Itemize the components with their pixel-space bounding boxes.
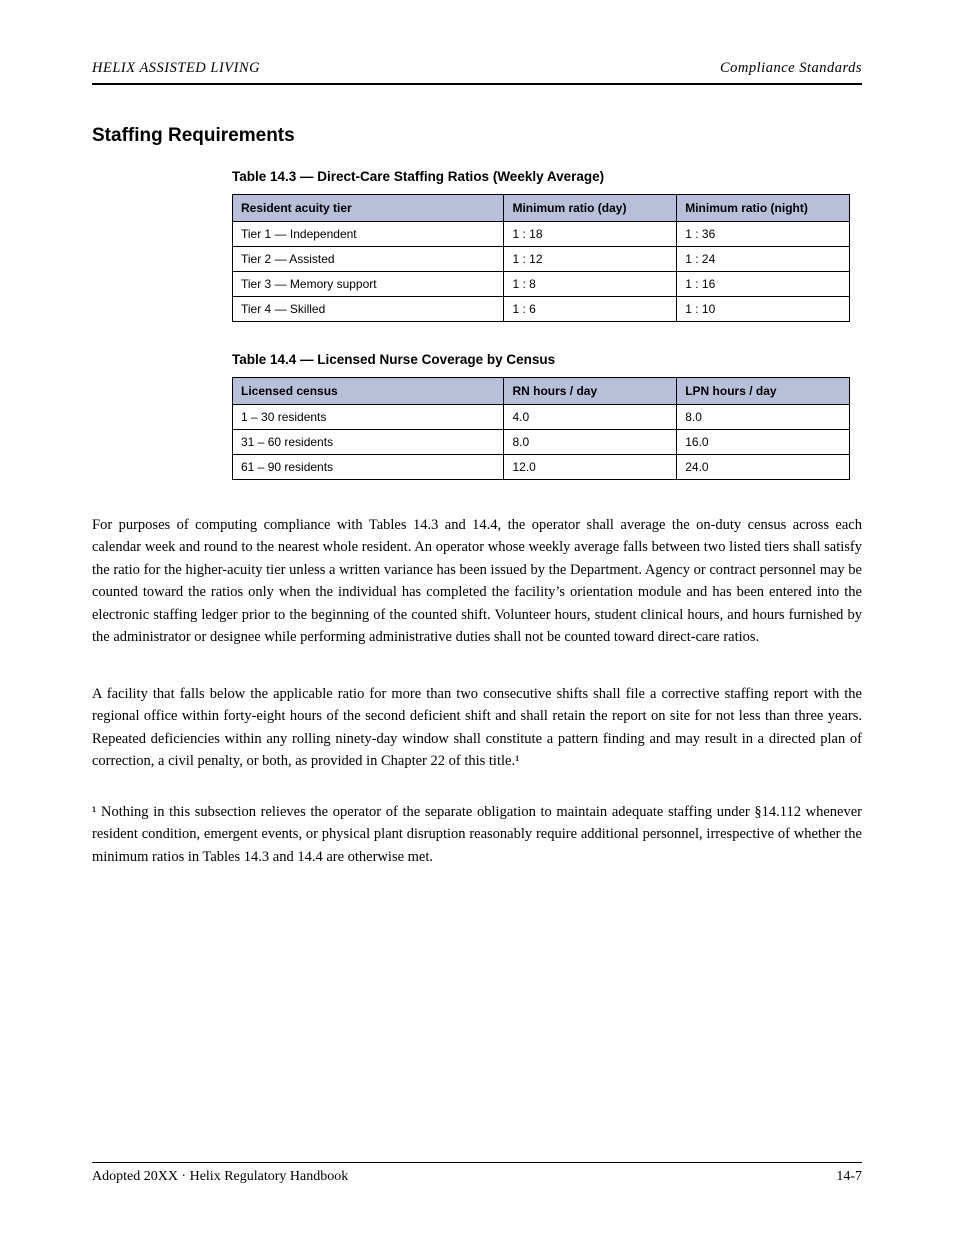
table-row: 61 – 90 residents 12.0 24.0: [233, 455, 850, 480]
table-row: 1 – 30 residents 4.0 8.0: [233, 405, 850, 430]
td: 12.0: [504, 455, 677, 480]
td: 1 : 36: [677, 222, 850, 247]
table-row: Tier 4 — Skilled 1 : 6 1 : 10: [233, 297, 850, 322]
td: 1 : 8: [504, 272, 677, 297]
table-row: Tier 3 — Memory support 1 : 8 1 : 16: [233, 272, 850, 297]
td: 8.0: [504, 430, 677, 455]
th: Licensed census: [233, 378, 504, 405]
td: Tier 4 — Skilled: [233, 297, 504, 322]
td: 8.0: [677, 405, 850, 430]
table-row: 31 – 60 residents 8.0 16.0: [233, 430, 850, 455]
td: Tier 2 — Assisted: [233, 247, 504, 272]
table-nurse-coverage: Licensed census RN hours / day LPN hours…: [232, 377, 850, 480]
td: 1 : 12: [504, 247, 677, 272]
footnote-1: ¹ Nothing in this subsection relieves th…: [92, 801, 862, 868]
page-header: HELIX ASSISTED LIVING Compliance Standar…: [92, 60, 862, 85]
table2-caption: Table 14.4 — Licensed Nurse Coverage by …: [232, 352, 850, 367]
td: 1 : 10: [677, 297, 850, 322]
td: Tier 1 — Independent: [233, 222, 504, 247]
td: 31 – 60 residents: [233, 430, 504, 455]
td: Tier 3 — Memory support: [233, 272, 504, 297]
td: 4.0: [504, 405, 677, 430]
section-title: Staffing Requirements: [92, 125, 862, 147]
td: 1 : 16: [677, 272, 850, 297]
header-right: Compliance Standards: [720, 60, 862, 77]
header-left: HELIX ASSISTED LIVING: [92, 60, 260, 77]
td: 24.0: [677, 455, 850, 480]
table-header-row: Resident acuity tier Minimum ratio (day)…: [233, 195, 850, 222]
th: Minimum ratio (night): [677, 195, 850, 222]
td: 16.0: [677, 430, 850, 455]
td: 1 : 24: [677, 247, 850, 272]
page-footer: Adopted 20XX · Helix Regulatory Handbook…: [92, 1162, 862, 1185]
footer-left: Adopted 20XX · Helix Regulatory Handbook: [92, 1169, 348, 1185]
th: RN hours / day: [504, 378, 677, 405]
table-header-row: Licensed census RN hours / day LPN hours…: [233, 378, 850, 405]
th: Minimum ratio (day): [504, 195, 677, 222]
table-row: Tier 1 — Independent 1 : 18 1 : 36: [233, 222, 850, 247]
table-row: Tier 2 — Assisted 1 : 12 1 : 24: [233, 247, 850, 272]
td: 1 : 6: [504, 297, 677, 322]
th: Resident acuity tier: [233, 195, 504, 222]
body-paragraph-1: For purposes of computing compliance wit…: [92, 514, 862, 649]
td: 1 – 30 residents: [233, 405, 504, 430]
footer-page-number: 14-7: [836, 1169, 862, 1185]
td: 61 – 90 residents: [233, 455, 504, 480]
body-paragraph-2: A facility that falls below the applicab…: [92, 683, 862, 773]
table1-caption: Table 14.3 — Direct-Care Staffing Ratios…: [232, 169, 850, 184]
th: LPN hours / day: [677, 378, 850, 405]
table-staffing-ratios: Resident acuity tier Minimum ratio (day)…: [232, 194, 850, 322]
td: 1 : 18: [504, 222, 677, 247]
